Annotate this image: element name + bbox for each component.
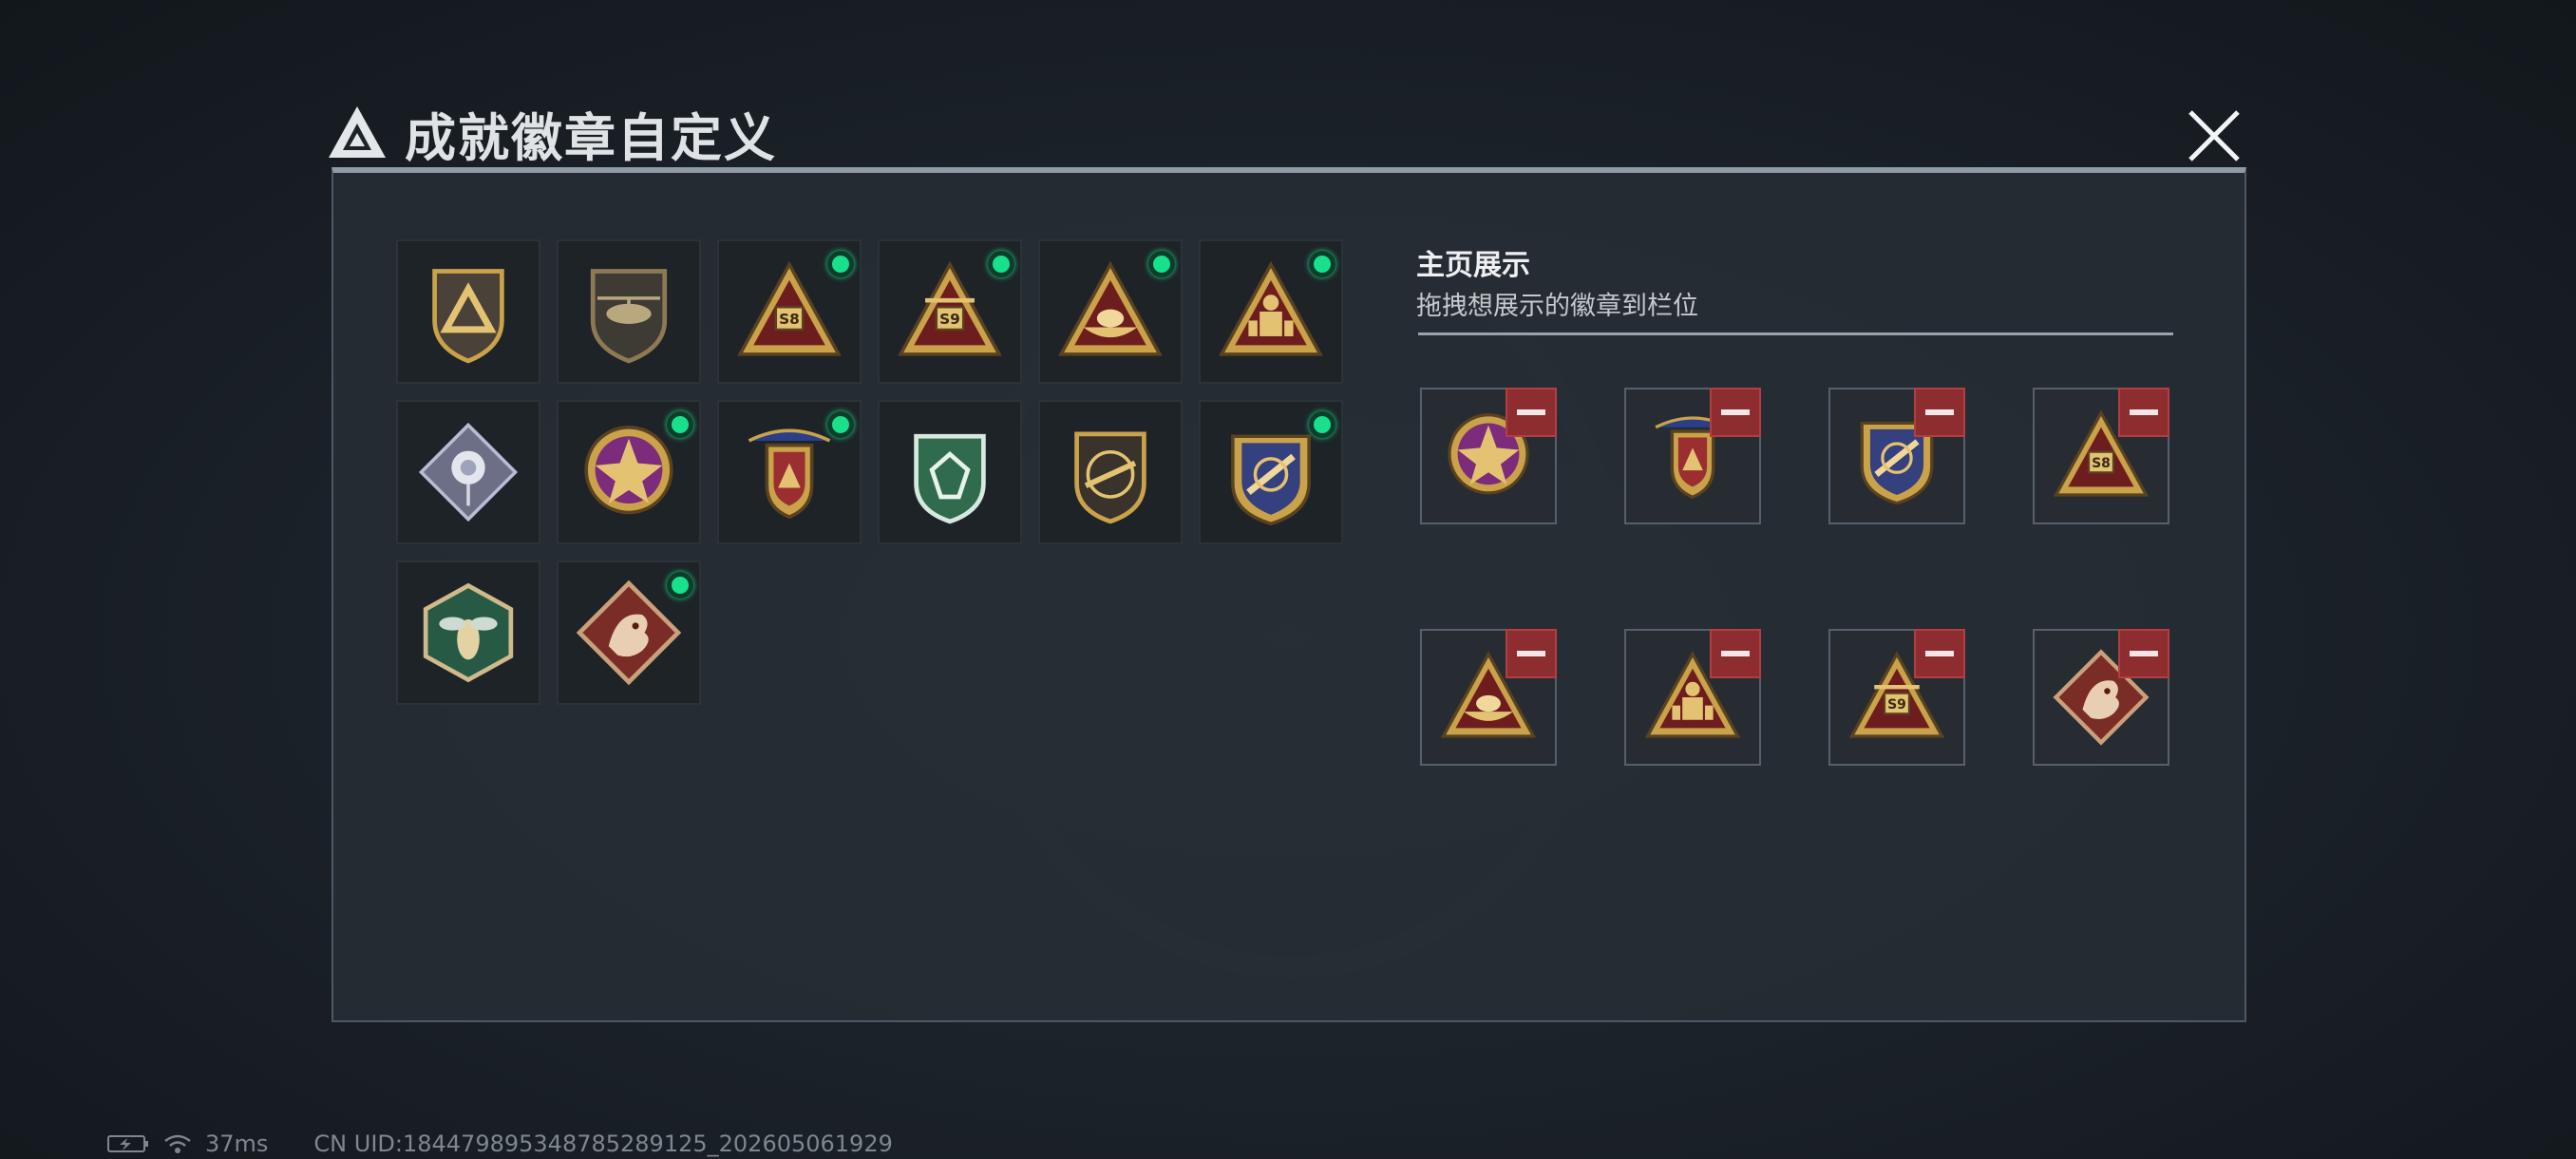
badge-slot[interactable] (557, 239, 701, 384)
star-medal-badge-icon (584, 426, 673, 515)
badge-slot[interactable] (1199, 239, 1343, 384)
minus-icon (1517, 651, 1545, 656)
badge-slot[interactable] (1038, 400, 1183, 544)
new-indicator-dot (1148, 251, 1175, 277)
status-bar: 37ms CN UID:1844798953487852891​25_20260… (106, 1130, 893, 1157)
new-indicator-dot (827, 251, 854, 277)
showcase-slot[interactable] (1420, 388, 1557, 524)
minus-icon (2130, 651, 2158, 656)
wasp-hexagon-badge-icon (423, 582, 514, 683)
remove-badge-button[interactable] (2118, 388, 2169, 437)
badge-slot[interactable]: S9 (878, 239, 1022, 384)
svg-text:S9: S9 (1887, 697, 1906, 712)
badge-slot[interactable] (1038, 239, 1183, 384)
minus-icon (1721, 409, 1750, 415)
badge-customize-panel: S8 S9 主页展示 拖拽想展示的徽章到栏位 S8 S9 (331, 167, 2246, 1022)
new-indicator-dot (1309, 411, 1335, 438)
s9-triangle-badge-icon: S9 (898, 260, 1002, 356)
silver-rose-badge-icon (418, 422, 519, 522)
page-title: 成就徽章自定义 (405, 107, 777, 168)
badge-slot[interactable]: S8 (717, 239, 862, 384)
minus-icon (2130, 409, 2158, 415)
badge-slot[interactable] (1199, 400, 1343, 544)
showcase-slot[interactable] (1420, 629, 1557, 766)
ping-value: 37ms (205, 1130, 269, 1157)
badge-slot[interactable] (396, 400, 540, 544)
boat-triangle-badge-icon (1058, 260, 1163, 356)
badge-slot[interactable] (717, 400, 862, 544)
remove-badge-button[interactable] (1914, 629, 1965, 678)
badge-slot[interactable] (396, 560, 540, 705)
showcase-slots-grid: S8 S9 (1420, 388, 2169, 766)
wings-crest-badge-icon (748, 428, 831, 520)
new-indicator-dot (667, 572, 693, 598)
remove-badge-button[interactable] (1710, 388, 1761, 437)
s8-triangle-badge-icon: S8 (737, 260, 842, 356)
delta-shield-badge-icon (432, 269, 504, 364)
soldier-triangle-badge-icon (1219, 260, 1323, 356)
new-indicator-dot (1309, 251, 1335, 277)
new-indicator-dot (667, 411, 693, 438)
window-header: 成就徽章自定义 (327, 95, 777, 171)
remove-badge-button[interactable] (1506, 629, 1557, 678)
showcase-slot[interactable] (1828, 388, 1965, 524)
new-indicator-dot (988, 251, 1014, 277)
remove-badge-button[interactable] (1506, 388, 1557, 437)
svg-text:S8: S8 (779, 311, 800, 328)
display-section-hint: 拖拽想展示的徽章到栏位 (1416, 292, 1698, 321)
minus-icon (1925, 409, 1954, 415)
badge-slot[interactable] (557, 560, 701, 705)
showcase-slot[interactable] (2033, 629, 2169, 766)
helicopter-shield-badge-icon (590, 269, 668, 364)
display-section-title: 主页展示 (1416, 249, 1530, 282)
divider (1418, 332, 2173, 335)
badge-slot[interactable] (396, 239, 540, 384)
showcase-slot[interactable]: S8 (2033, 388, 2169, 524)
new-indicator-dot (827, 411, 854, 438)
delta-logo-icon (329, 106, 386, 158)
svg-text:S8: S8 (2092, 456, 2111, 471)
badge-slot[interactable] (878, 400, 1022, 544)
battery-charging-icon (107, 1135, 148, 1152)
dragon-diamond-badge-icon (576, 580, 682, 686)
rifle-shield-badge-icon (1074, 431, 1146, 524)
close-icon[interactable] (2181, 103, 2247, 169)
user-uid: CN UID:1844798953487852891​25_2026050619… (313, 1130, 893, 1157)
showcase-slot[interactable]: S9 (1828, 629, 1965, 766)
showcase-slot[interactable] (1624, 629, 1761, 766)
remove-badge-button[interactable] (1710, 629, 1761, 678)
badge-slot[interactable] (557, 400, 701, 544)
minus-icon (1925, 651, 1954, 656)
badge-collection-grid: S8 S9 (396, 239, 1343, 705)
remove-badge-button[interactable] (1914, 388, 1965, 437)
minus-icon (1517, 409, 1545, 415)
minus-icon (1721, 651, 1750, 656)
showcase-slot[interactable] (1624, 388, 1761, 524)
jet-shield-badge-icon (1231, 434, 1311, 526)
green-gem-shield-badge-icon (914, 433, 986, 524)
svg-text:S9: S9 (939, 311, 960, 328)
remove-badge-button[interactable] (2118, 629, 2169, 678)
wifi-icon (164, 1134, 191, 1153)
